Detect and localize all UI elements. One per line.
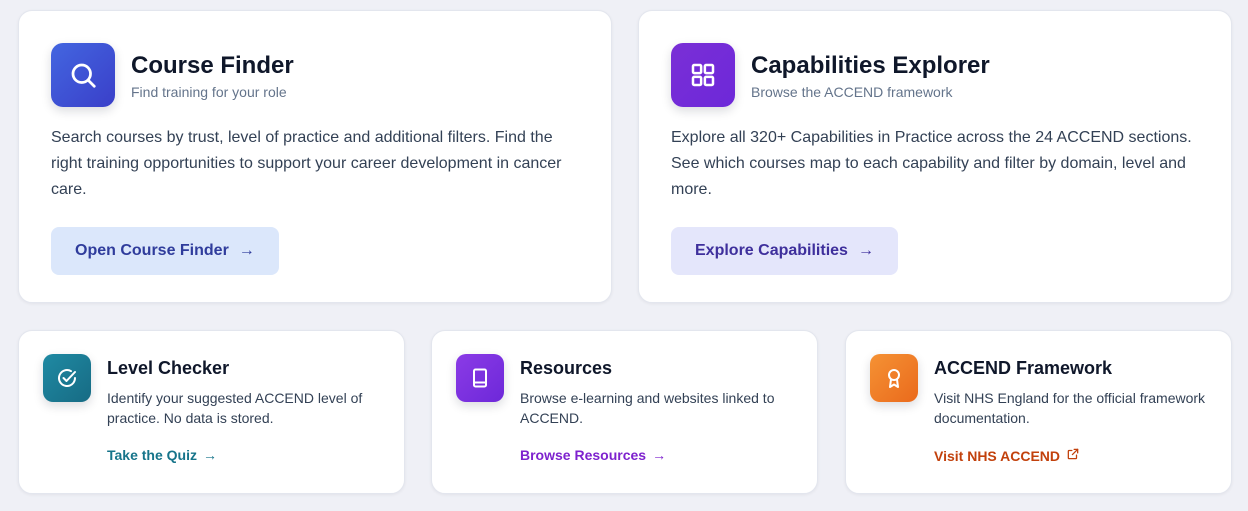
accend-framework-title: ACCEND Framework [934,358,1113,378]
capabilities-explorer-description: Explore all 320+ Capabilities in Practic… [671,129,1192,198]
check-circle-icon [43,354,91,402]
browse-resources-link[interactable]: Browse Resources → [520,447,666,463]
external-link-icon [1066,447,1080,464]
resources-description: Browse e-learning and websites linked to… [520,390,775,426]
accend-framework-description: Visit NHS England for the official frame… [934,390,1206,426]
search-icon [51,43,115,107]
level-checker-card: Level Checker Identify your suggested AC… [18,330,405,494]
open-course-finder-button[interactable]: Open Course Finder → [51,227,279,275]
arrow-right-icon: → [857,242,874,259]
level-checker-description: Identify your suggested ACCEND level of … [107,390,363,426]
open-course-finder-label: Open Course Finder [75,242,229,259]
explore-capabilities-label: Explore Capabilities [695,242,848,259]
resources-title: Resources [520,358,613,378]
course-finder-description: Search courses by trust, level of practi… [51,129,562,198]
explore-capabilities-button[interactable]: Explore Capabilities → [671,227,898,275]
resources-card: Resources Browse e-learning and websites… [431,330,818,494]
visit-nhs-accend-link[interactable]: Visit NHS ACCEND [934,447,1080,464]
arrow-right-icon: → [652,447,667,463]
visit-nhs-accend-label: Visit NHS ACCEND [934,447,1061,464]
browse-resources-label: Browse Resources [520,447,647,463]
book-icon [456,354,504,402]
course-finder-header: Course Finder Find training for your rol… [51,43,579,107]
grid-icon [671,43,735,107]
capabilities-explorer-header: Capabilities Explorer Browse the ACCEND … [671,43,1199,107]
capabilities-explorer-subtitle: Browse the ACCEND framework [751,83,953,100]
arrow-right-icon: → [238,242,255,259]
course-finder-title: Course Finder [131,51,294,79]
course-finder-subtitle: Find training for your role [131,83,287,100]
take-quiz-label: Take the Quiz [107,447,197,463]
capabilities-explorer-title: Capabilities Explorer [751,51,990,79]
award-icon [870,354,918,402]
level-checker-title: Level Checker [107,358,230,378]
capabilities-explorer-card: Capabilities Explorer Browse the ACCEND … [638,10,1232,303]
arrow-right-icon: → [202,447,217,463]
accend-framework-card: ACCEND Framework Visit NHS England for t… [845,330,1232,494]
course-finder-card: Course Finder Find training for your rol… [18,10,612,303]
take-quiz-link[interactable]: Take the Quiz → [107,447,217,463]
